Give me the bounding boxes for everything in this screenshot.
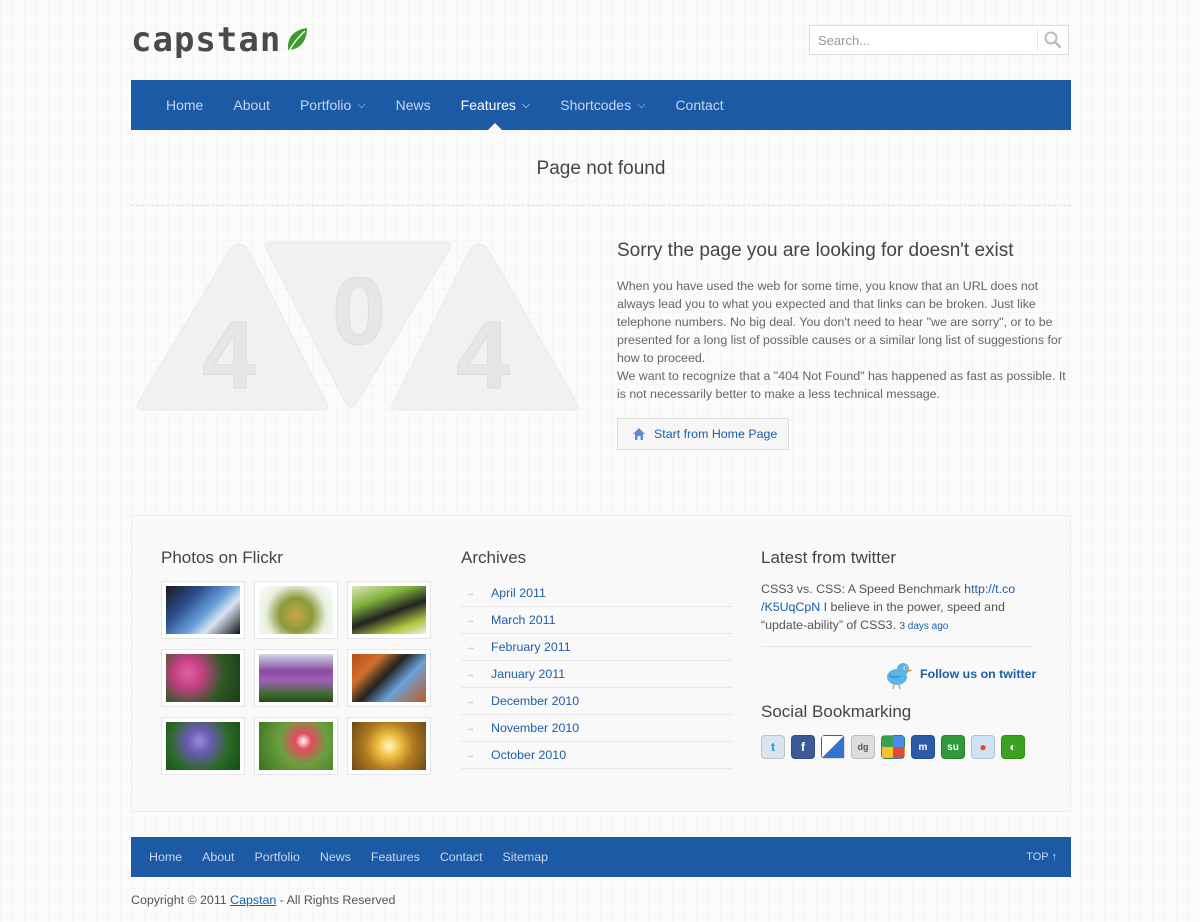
archive-link[interactable]: → October 2010	[461, 742, 733, 769]
archives-title: Archives	[461, 548, 527, 567]
tweet-text: CSS3 vs. CSS: A Speed Benchmark	[761, 582, 965, 596]
error-description: When you have used the web for some time…	[617, 277, 1071, 403]
footer-link-news[interactable]: News	[310, 850, 361, 864]
archive-link[interactable]: → December 2010	[461, 688, 733, 715]
back-to-top-link[interactable]: TOP ↑	[1026, 837, 1057, 877]
footer-link-sitemap[interactable]: Sitemap	[493, 850, 558, 864]
nav-item-home[interactable]: Home	[151, 80, 218, 130]
home-icon	[633, 428, 645, 440]
footer-link-contact[interactable]: Contact	[430, 850, 493, 864]
archive-link[interactable]: → April 2011	[461, 580, 733, 607]
arrow-right-icon: →	[465, 641, 475, 653]
start-from-home-button[interactable]: Start from Home Page	[617, 418, 789, 450]
archive-link[interactable]: → January 2011	[461, 661, 733, 688]
digg-icon[interactable]: dg	[851, 735, 875, 759]
chevron-down-icon: ⌵	[521, 98, 531, 111]
twitter-icon[interactable]: t	[761, 735, 785, 759]
footer-link-features[interactable]: Features	[361, 850, 430, 864]
nav-item-portfolio[interactable]: Portfolio ⌵	[285, 80, 381, 130]
page-title: Page not found	[536, 158, 666, 179]
archive-link[interactable]: → March 2011	[461, 607, 733, 634]
arrow-right-icon: →	[465, 614, 475, 626]
google-icon[interactable]	[881, 735, 905, 759]
404-illustration: 4 0 4	[136, 241, 579, 411]
flickr-photo[interactable]	[161, 649, 245, 707]
nav-item-features[interactable]: Features ⌵	[446, 80, 546, 130]
search-icon	[1044, 31, 1062, 49]
arrow-right-icon: →	[465, 749, 475, 761]
nav-item-news[interactable]: News	[381, 80, 446, 130]
arrow-right-icon: →	[465, 695, 475, 707]
technorati-icon[interactable]: ◐	[1001, 735, 1025, 759]
flickr-photo[interactable]	[254, 649, 338, 707]
flickr-photo[interactable]	[347, 717, 431, 775]
nav-item-contact[interactable]: Contact	[660, 80, 738, 130]
divider	[761, 646, 1033, 647]
flickr-photo[interactable]	[254, 717, 338, 775]
nav-item-shortcodes[interactable]: Shortcodes ⌵	[545, 80, 660, 130]
search-box	[809, 25, 1069, 55]
facebook-icon[interactable]: f	[791, 735, 815, 759]
art-digit-2: 0	[332, 258, 385, 365]
search-input[interactable]	[810, 26, 1037, 54]
chevron-down-icon: ⌵	[637, 98, 646, 111]
art-digit-3: 4	[456, 302, 509, 409]
follow-label: Follow us on twitter	[920, 667, 1037, 681]
arrow-right-icon: →	[465, 668, 475, 680]
site-logo[interactable]: capstan	[131, 20, 309, 60]
error-heading: Sorry the page you are looking for doesn…	[617, 240, 1014, 261]
delicious-icon[interactable]	[821, 735, 845, 759]
home-button-label: Start from Home Page	[654, 427, 778, 441]
flickr-title: Photos on Flickr	[161, 548, 283, 567]
main-nav: Home About Portfolio ⌵ News Features ⌵ Shortcod…	[131, 80, 1071, 130]
twitter-bird-icon	[887, 663, 913, 690]
chevron-down-icon: ⌵	[357, 98, 366, 111]
flickr-photo[interactable]	[161, 581, 245, 639]
footer-link-about[interactable]: About	[192, 850, 244, 864]
flickr-photo[interactable]	[161, 717, 245, 775]
myspace-icon[interactable]: m	[911, 735, 935, 759]
arrow-right-icon: →	[465, 587, 475, 599]
logo-text: capstan	[131, 20, 282, 60]
social-bookmarks: t f dg m su ● ◐	[761, 735, 1031, 759]
footer-widgets: Photos on Flickr Archives → April 2011 → Ma…	[131, 515, 1071, 812]
flickr-photo[interactable]	[347, 649, 431, 707]
archive-link[interactable]: → November 2010	[461, 715, 733, 742]
flickr-gallery	[161, 581, 433, 775]
footer-link-home[interactable]: Home	[139, 850, 192, 864]
footer-nav: Home About Portfolio News Features Contact Sit…	[131, 837, 1071, 877]
capstan-link[interactable]: Capstan	[230, 893, 276, 907]
reddit-icon[interactable]: ●	[971, 735, 995, 759]
arrow-right-icon: →	[465, 722, 475, 734]
leaf-icon	[288, 28, 308, 52]
search-button[interactable]	[1037, 30, 1068, 50]
follow-twitter-link[interactable]: Follow us on twitter	[882, 658, 1036, 690]
flickr-photo[interactable]	[347, 581, 431, 639]
error-paragraph-2: We want to recognize that a "404 Not Fou…	[617, 369, 1066, 401]
tweet-time[interactable]: 3 days ago	[899, 621, 948, 632]
copyright: Copyright © 2011 Capstan - All Rights Re…	[131, 893, 396, 907]
art-digit-1: 4	[202, 302, 255, 409]
flickr-photo[interactable]	[254, 581, 338, 639]
twitter-title: Latest from twitter	[761, 548, 897, 567]
archive-link[interactable]: → February 2011	[461, 634, 733, 661]
divider	[131, 205, 1071, 206]
social-title: Social Bookmarking	[761, 702, 912, 721]
footer-link-portfolio[interactable]: Portfolio	[244, 850, 309, 864]
nav-item-about[interactable]: About	[218, 80, 285, 130]
stumbleupon-icon[interactable]: su	[941, 735, 965, 759]
tweet: CSS3 vs. CSS: A Speed Benchmark http://t…	[761, 580, 1033, 636]
error-paragraph-1: When you have used the web for some time…	[617, 279, 1062, 365]
archives-list: → April 2011 → March 2011 → February 2011 → Jan…	[461, 580, 733, 769]
